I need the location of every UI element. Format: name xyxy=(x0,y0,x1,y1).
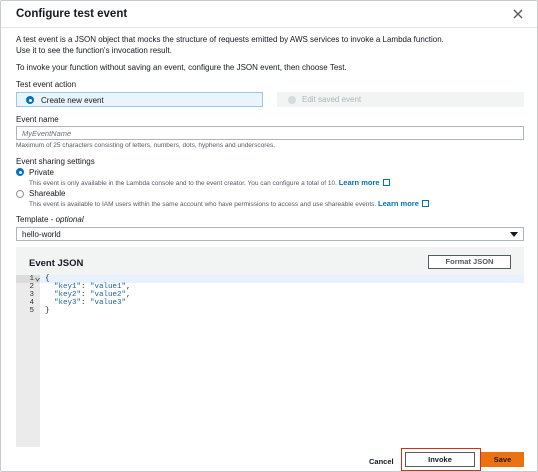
code-token: } xyxy=(45,307,50,315)
private-radio[interactable] xyxy=(16,168,24,176)
private-learn-more-text[interactable]: Learn more xyxy=(339,178,380,187)
code-token: : xyxy=(81,283,91,291)
json-key: "key1" xyxy=(54,283,82,291)
edit-saved-event-label: Edit saved event xyxy=(302,95,362,104)
template-label-text: Template xyxy=(16,215,49,224)
event-json-title: Event JSON xyxy=(29,258,84,269)
private-learn-more-link[interactable]: Learn more xyxy=(339,178,390,187)
shareable-radio[interactable] xyxy=(16,190,24,198)
line-number: 2 xyxy=(29,283,34,291)
json-value: "value2" xyxy=(90,291,127,299)
fold-arrow-icon[interactable] xyxy=(35,277,40,282)
code-editor[interactable]: 1 2 3 4 5 { "key1": "value1", "key2": "v… xyxy=(16,275,524,447)
event-name-placeholder: MyEventName xyxy=(22,129,72,138)
dialog-title: Configure test event xyxy=(16,8,128,20)
shareable-description: This event is available to IAM users wit… xyxy=(29,199,429,208)
template-select[interactable]: hello-world xyxy=(16,227,524,241)
json-value: "value1" xyxy=(90,283,127,291)
private-description: This event is only available in the Lamb… xyxy=(29,178,390,187)
event-name-input[interactable]: MyEventName xyxy=(16,126,524,140)
template-selected-value: hello-world xyxy=(22,230,61,239)
external-link-icon xyxy=(382,179,390,186)
event-name-label: Event name xyxy=(16,115,59,124)
intro-text-line1: A test event is a JSON object that mocks… xyxy=(16,35,444,44)
create-new-event-tile[interactable]: Create new event xyxy=(16,92,263,107)
code-token: , xyxy=(126,291,131,299)
shareable-description-text: This event is available to IAM users wit… xyxy=(29,201,377,208)
cancel-button[interactable]: Cancel xyxy=(369,457,394,466)
line-number: 4 xyxy=(29,299,34,307)
shareable-learn-more-link[interactable]: Learn more xyxy=(378,199,429,208)
private-description-text: This event is only available in the Lamb… xyxy=(29,180,337,187)
intro-text-line2: Use it to see the function's invocation … xyxy=(16,46,172,55)
external-link-icon xyxy=(421,200,429,207)
dialog-header: Configure test event xyxy=(1,1,537,28)
invoke-button[interactable]: Invoke xyxy=(405,452,475,467)
json-value: "value3" xyxy=(90,299,127,307)
code-token: : xyxy=(81,299,91,307)
configure-test-event-dialog: Configure test event A test event is a J… xyxy=(0,0,538,472)
code-line: } xyxy=(45,307,50,315)
create-new-event-radio[interactable] xyxy=(26,96,34,104)
edit-saved-event-radio xyxy=(288,95,296,104)
close-icon[interactable] xyxy=(512,8,524,20)
json-key: "key3" xyxy=(54,299,82,307)
save-button[interactable]: Save xyxy=(481,452,524,467)
event-sharing-label: Event sharing settings xyxy=(16,157,95,166)
caret-down-icon xyxy=(510,232,518,237)
code-token: { xyxy=(45,275,50,283)
code-line: "key3": "value3" xyxy=(45,299,126,307)
json-key: "key2" xyxy=(54,291,82,299)
event-json-panel: Event JSON Format JSON 1 2 3 4 5 { "key1… xyxy=(16,247,524,447)
active-line-highlight xyxy=(40,275,524,283)
format-json-button[interactable]: Format JSON xyxy=(428,255,511,269)
code-line: "key2": "value2", xyxy=(45,291,131,299)
code-line: "key1": "value1", xyxy=(45,283,131,291)
shareable-learn-more-text[interactable]: Learn more xyxy=(378,199,419,208)
line-number: 3 xyxy=(29,291,34,299)
create-new-event-label: Create new event xyxy=(41,96,104,105)
line-number: 5 xyxy=(29,307,34,315)
private-label[interactable]: Private xyxy=(29,168,54,177)
event-action-label: Test event action xyxy=(16,80,77,89)
dialog-footer: Cancel Invoke Save xyxy=(1,447,537,471)
line-number: 1 xyxy=(29,275,34,283)
code-line: { xyxy=(45,275,50,283)
code-token: : xyxy=(81,291,91,299)
code-token: , xyxy=(126,283,131,291)
shareable-label[interactable]: Shareable xyxy=(29,189,65,198)
template-optional-text: optional xyxy=(55,215,84,224)
intro-text-line3: To invoke your function without saving a… xyxy=(16,63,347,72)
edit-saved-event-tile: Edit saved event xyxy=(277,92,524,107)
template-label: Template - optional xyxy=(16,215,84,224)
event-name-hint: Maximum of 25 characters consisting of l… xyxy=(16,142,276,149)
